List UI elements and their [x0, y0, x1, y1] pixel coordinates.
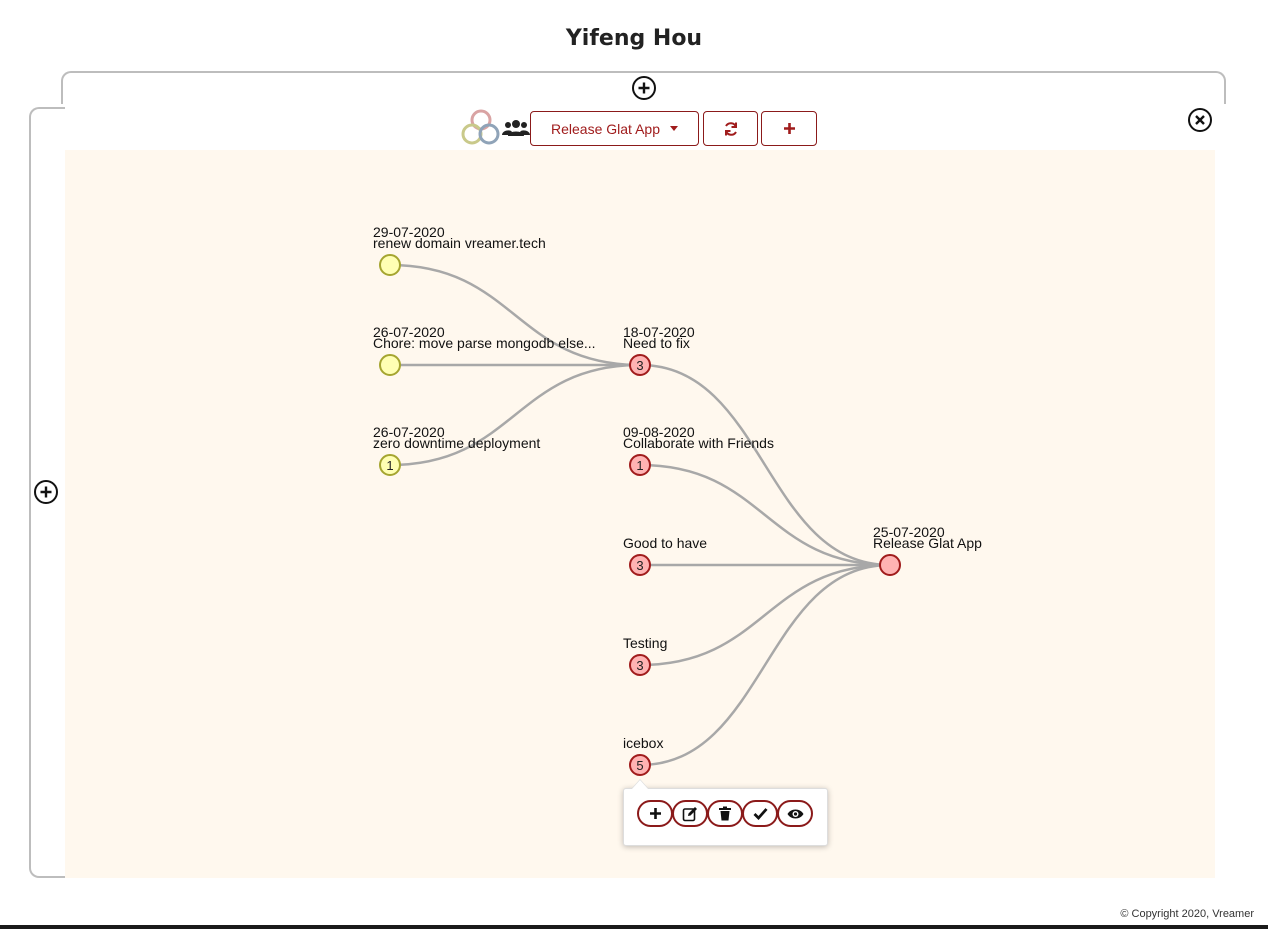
node-label: Collaborate with Friends	[623, 435, 774, 451]
eye-icon	[787, 809, 803, 818]
node-collaborate[interactable]: 1	[629, 454, 651, 476]
node-zero-downtime[interactable]: 1	[379, 454, 401, 476]
copyright-text: © Copyright 2020, Vreamer	[1120, 908, 1254, 920]
popup-arrow	[632, 780, 648, 789]
view-goal-button[interactable]	[777, 800, 813, 827]
edit-goal-button[interactable]	[672, 800, 708, 827]
trash-icon	[719, 806, 731, 821]
node-icebox[interactable]: 5	[629, 754, 651, 776]
node-label: Chore: move parse mongodb else...	[373, 335, 596, 351]
edit-icon	[682, 806, 697, 821]
node-label: zero downtime deployment	[373, 435, 541, 451]
node-label: Testing	[623, 635, 668, 651]
edge-testing-release-glat	[639, 563, 891, 667]
node-release-glat[interactable]	[879, 554, 901, 576]
complete-goal-button[interactable]	[742, 800, 778, 827]
plus-icon	[649, 808, 661, 819]
node-need-to-fix[interactable]: 3	[629, 354, 651, 376]
node-renew-domain[interactable]	[379, 254, 401, 276]
node-label: Need to fix	[623, 335, 690, 351]
check-icon	[753, 808, 768, 820]
add-subgoal-button[interactable]	[637, 800, 673, 827]
node-chore-mongodb[interactable]	[379, 354, 401, 376]
node-testing[interactable]: 3	[629, 654, 651, 676]
edge-icebox-release-glat	[639, 563, 891, 767]
node-label: renew domain vreamer.tech	[373, 235, 546, 251]
node-label: Release Glat App	[873, 535, 982, 551]
node-label: Good to have	[623, 535, 708, 551]
footer-border	[0, 925, 1268, 929]
node-label: icebox	[623, 735, 664, 751]
node-good-to-have[interactable]: 3	[629, 554, 651, 576]
delete-goal-button[interactable]	[707, 800, 743, 827]
